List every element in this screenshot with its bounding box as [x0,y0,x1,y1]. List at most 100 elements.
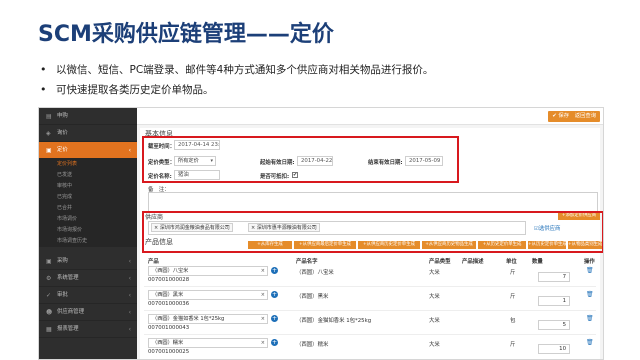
sidebar-item-reports[interactable]: ▦ 报表管理 ‹ [39,321,137,338]
column-header: 产品名字 [296,259,318,265]
product-select-value: （西圆）糯米 [152,340,184,346]
product-select[interactable]: （西圆）八宝米 × [148,266,268,276]
back-to-query-button[interactable]: 返回查询 [570,111,600,122]
clear-x-icon[interactable]: × [261,267,265,275]
sidebar-subitem[interactable]: 市场调查历史 [39,236,137,247]
remark-textarea[interactable] [148,192,598,212]
highlight-supplier [142,211,603,253]
sidebar-item-label: 定价 [57,147,68,153]
trash-icon[interactable]: 🗑 [586,315,594,322]
sidebar-item-purchase[interactable]: ▣ 采购 ‹ [39,253,137,270]
tag-icon: ◈ [46,130,51,137]
chevron-left-icon: ‹ [128,309,131,316]
product-code: 007001000036 [148,301,190,307]
row-divider [144,310,596,311]
product-select[interactable]: （西圆）糯米 × [148,338,268,348]
sidebar-subitem[interactable]: 审核中 [39,181,137,192]
quantity-input[interactable]: 7 [538,272,570,282]
pricing-form: 基本信息 截至时间： 2017-04-14 23: 定价类型： 所有定价 ▾ 起… [140,128,603,359]
sidebar-item-label: 询价 [57,130,68,136]
row-divider [144,334,596,335]
product-code: 007001000043 [148,325,190,331]
sidebar-subitem[interactable]: 已合并 [39,203,137,214]
product-code: 007001000028 [148,277,190,283]
check-icon: ✓ [46,292,52,299]
column-header: 单位 [506,259,517,265]
product-code: 007001000025 [148,349,190,355]
chevron-left-icon: ‹ [128,326,131,333]
slide-title: SCM采购供应链管理——定价 [38,22,334,47]
column-header: 产品描述 [462,259,484,265]
sidebar-item-label: 系统管理 [57,275,79,281]
sidebar: ▤ 申购 ◈ 询价 ▣ 定价 ‹ 定价列表 已发送 审核中 已完成 已合并 市场… [39,108,137,359]
chevron-left-icon: ‹ [128,292,131,299]
toolbar: ✔ 保存 返回查询 [137,108,603,125]
sidebar-item-pricing[interactable]: ▣ 定价 ‹ [39,142,137,159]
column-header: 操作 [584,259,595,265]
trash-icon[interactable]: 🗑 [586,267,594,274]
product-name: （西圆）黑米 [296,294,329,300]
add-product-icon[interactable]: + [271,339,278,346]
cart-icon: ▣ [46,147,52,154]
product-unit: 斤 [510,342,516,348]
chevron-down-icon: ‹ [128,147,131,154]
chevron-left-icon: ‹ [128,275,131,282]
sidebar-subitem[interactable]: 市场询报价 [39,225,137,236]
product-type: 大米 [429,270,440,276]
product-type: 大米 [429,342,440,348]
bullet-item: 以微信、短信、PC端登录、邮件等4种方式通知多个供应商对相关物品进行报价。 [38,60,433,80]
sidebar-item-label: 申购 [57,113,68,119]
product-name: （西圆）八宝米 [296,270,334,276]
product-select-value: （西圆）金猫如香米 1包*25kg [152,316,225,322]
sidebar-subitem[interactable]: 已发送 [39,170,137,181]
bullet-list: 以微信、短信、PC端登录、邮件等4种方式通知多个供应商对相关物品进行报价。 可快… [38,60,433,100]
product-select[interactable]: （西圆）金猫如香米 1包*25kg × [148,314,268,324]
sidebar-item-apply[interactable]: ▤ 申购 [39,108,137,125]
trash-icon[interactable]: 🗑 [586,339,594,346]
sidebar-item-label: 采购 [57,258,68,264]
sidebar-item-inquiry[interactable]: ◈ 询价 [39,125,137,142]
users-icon: ☻ [46,309,53,316]
document-icon: ▤ [46,113,52,120]
product-select[interactable]: （西圆）黑米 × [148,290,268,300]
column-header: 数量 [532,259,543,265]
clear-x-icon[interactable]: × [261,291,265,299]
main-content: ✔ 保存 返回查询 基本信息 截至时间： 2017-04-14 23: 定价类型… [137,108,603,359]
trash-icon[interactable]: 🗑 [586,291,594,298]
clear-x-icon[interactable]: × [261,339,265,347]
product-unit: 斤 [510,270,516,276]
product-name: （西圆）糯米 [296,342,329,348]
sidebar-item-label: 供应商管理 [57,309,84,315]
column-header: 产品类型 [429,259,451,265]
chevron-left-icon: ‹ [128,258,131,265]
sidebar-item-approval[interactable]: ✓ 审批 ‹ [39,287,137,304]
sidebar-subitem[interactable]: 市场调价 [39,214,137,225]
gear-icon: ⚙ [46,275,52,282]
add-product-icon[interactable]: + [271,267,278,274]
cart-icon: ▣ [46,258,52,265]
quantity-input[interactable]: 10 [538,344,570,354]
product-select-value: （西圆）八宝米 [152,268,189,274]
chart-icon: ▦ [46,326,52,333]
add-product-icon[interactable]: + [271,291,278,298]
product-name: （西圆）金猫如香米 1包*25kg [296,318,372,324]
product-unit: 包 [510,318,516,324]
quantity-input[interactable]: 1 [538,296,570,306]
app-screenshot: ▤ 申购 ◈ 询价 ▣ 定价 ‹ 定价列表 已发送 审核中 已完成 已合并 市场… [38,107,604,360]
sidebar-item-label: 报表管理 [57,326,79,332]
sidebar-item-label: 审批 [57,292,68,298]
product-select-value: （西圆）黑米 [152,292,184,298]
column-header: 产品 [148,259,159,265]
add-product-icon[interactable]: + [271,315,278,322]
row-divider [144,286,596,287]
product-unit: 斤 [510,294,516,300]
bullet-item: 可快速提取各类历史定价单物品。 [38,80,433,100]
quantity-input[interactable]: 5 [538,320,570,330]
sidebar-item-system[interactable]: ⚙ 系统管理 ‹ [39,270,137,287]
sidebar-item-suppliers[interactable]: ☻ 供应商管理 ‹ [39,304,137,321]
sidebar-subitem[interactable]: 定价列表 [39,159,137,170]
highlight-basic-info [142,136,459,183]
sidebar-subitem[interactable]: 已完成 [39,192,137,203]
save-button[interactable]: ✔ 保存 [548,111,573,122]
clear-x-icon[interactable]: × [261,315,265,323]
